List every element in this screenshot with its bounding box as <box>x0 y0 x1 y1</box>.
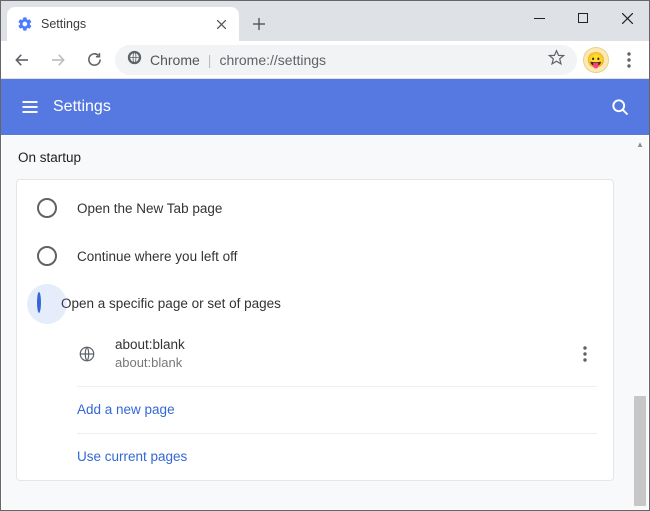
add-new-page-link: Add a new page <box>77 402 175 417</box>
bookmark-star-icon[interactable] <box>548 49 565 71</box>
globe-icon <box>77 344 97 364</box>
tab-close-button[interactable] <box>213 16 229 32</box>
startup-option-continue[interactable]: Continue where you left off <box>17 232 613 280</box>
omnibox-scheme: Chrome <box>150 52 200 68</box>
radio-label: Open the New Tab page <box>77 201 222 216</box>
startup-page-menu-button[interactable] <box>573 342 597 366</box>
window-maximize-button[interactable] <box>561 1 605 35</box>
startup-pages-list: about:blank about:blank Add a new page U… <box>77 326 597 480</box>
new-tab-button[interactable] <box>245 10 273 38</box>
startup-card: Open the New Tab page Continue where you… <box>16 179 614 481</box>
back-button[interactable] <box>7 45 37 75</box>
add-new-page-row[interactable]: Add a new page <box>77 386 597 433</box>
omnibox-text: Chrome | chrome://settings <box>150 52 326 68</box>
startup-page-title: about:blank <box>115 336 185 354</box>
omnibox-url: chrome://settings <box>219 52 326 68</box>
address-bar[interactable]: Chrome | chrome://settings <box>115 45 577 75</box>
radio-icon <box>37 246 57 266</box>
use-current-pages-row[interactable]: Use current pages <box>77 433 597 480</box>
browser-toolbar: Chrome | chrome://settings 😛 <box>1 41 649 79</box>
hamburger-menu-button[interactable] <box>15 92 45 122</box>
site-info-icon[interactable] <box>127 50 142 70</box>
window-minimize-button[interactable] <box>517 1 561 35</box>
radio-label: Continue where you left off <box>77 249 237 264</box>
omnibox-divider: | <box>208 52 212 68</box>
radio-icon <box>37 198 57 218</box>
header-title: Settings <box>53 98 111 116</box>
use-current-pages-link: Use current pages <box>77 449 187 464</box>
scrollbar[interactable]: ▴ <box>632 136 648 509</box>
profile-avatar-button[interactable]: 😛 <box>583 47 609 73</box>
radio-selection-halo <box>27 284 67 324</box>
window-close-button[interactable] <box>605 1 649 35</box>
browser-tab[interactable]: Settings <box>7 7 239 41</box>
startup-page-url: about:blank <box>115 354 185 372</box>
startup-page-entry: about:blank about:blank <box>77 326 597 382</box>
radio-label: Open a specific page or set of pages <box>61 296 281 311</box>
settings-header: Settings <box>1 79 649 135</box>
scrollbar-arrow-up-icon[interactable]: ▴ <box>632 136 648 152</box>
startup-option-specific-pages[interactable]: Open a specific page or set of pages <box>17 280 613 326</box>
section-title-on-startup: On startup <box>18 150 632 165</box>
scrollbar-thumb[interactable] <box>634 396 646 506</box>
radio-icon <box>37 292 41 313</box>
settings-content: On startup Open the New Tab page Continu… <box>2 136 632 509</box>
browser-menu-button[interactable] <box>615 46 643 74</box>
reload-button[interactable] <box>79 45 109 75</box>
window-controls <box>517 1 649 35</box>
settings-page: On startup Open the New Tab page Continu… <box>2 136 648 509</box>
tab-title: Settings <box>41 17 205 31</box>
tab-favicon-settings-icon <box>17 16 33 32</box>
forward-button[interactable] <box>43 45 73 75</box>
startup-option-new-tab[interactable]: Open the New Tab page <box>17 184 613 232</box>
settings-search-button[interactable] <box>605 92 635 122</box>
